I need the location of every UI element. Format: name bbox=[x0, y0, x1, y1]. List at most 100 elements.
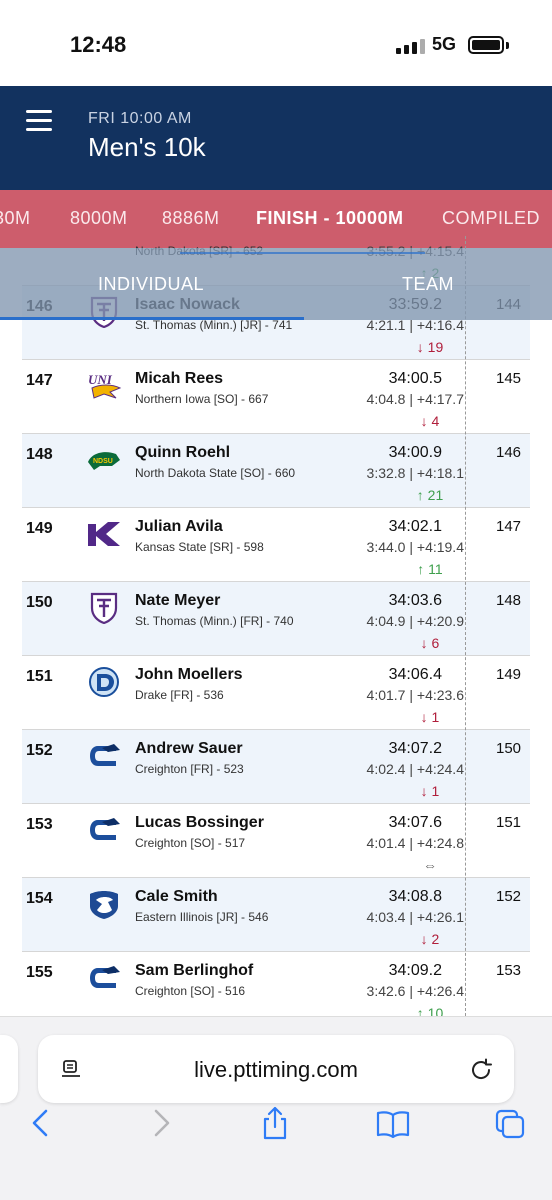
browser-toolbar: live.pttiming.com bbox=[0, 1016, 552, 1200]
active-tab-indicator bbox=[0, 317, 304, 320]
athlete-name[interactable]: Nate Meyer bbox=[135, 592, 220, 610]
status-bar: 12:48 5G bbox=[0, 0, 552, 86]
finish-time: 34:07.2 bbox=[388, 740, 442, 757]
table-row[interactable]: 152 Andrew Sauer Creighton [FR] - 523 34:07… bbox=[22, 730, 530, 804]
place-label: 152 bbox=[26, 742, 53, 759]
team-points: 147 bbox=[496, 518, 522, 535]
team-label: Creighton [FR] - 523 bbox=[135, 762, 244, 776]
bookmarks-icon[interactable] bbox=[376, 1105, 410, 1141]
ndsu-logo: NDSU bbox=[88, 452, 120, 470]
team-label: North Dakota State [SO] - 660 bbox=[135, 466, 296, 480]
finish-time: 34:07.6 bbox=[388, 814, 442, 831]
place-change: ↓ 2 bbox=[420, 931, 440, 947]
tab-team[interactable]: TEAM bbox=[402, 274, 454, 295]
split-label: 4:01.4 | +4:24.8 bbox=[366, 835, 464, 851]
creighton-logo bbox=[90, 966, 120, 988]
place-label: 148 bbox=[26, 446, 53, 463]
event-title: Men's 10k bbox=[88, 132, 206, 162]
place-change: ↓ 1 bbox=[420, 783, 440, 799]
finish-time: 34:03.6 bbox=[388, 592, 442, 609]
team-points: 149 bbox=[496, 666, 522, 683]
athlete-name[interactable]: Cale Smith bbox=[135, 888, 218, 906]
team-label: St. Thomas (Minn.) [FR] - 740 bbox=[135, 614, 294, 628]
place-label: 147 bbox=[26, 372, 53, 389]
uni-logo: UNI bbox=[88, 372, 122, 399]
table-row[interactable]: 151 John Moellers Drake [FR] - 536 34:06.4 4… bbox=[22, 656, 530, 730]
forward-icon[interactable] bbox=[144, 1105, 178, 1141]
athlete-name[interactable]: Andrew Sauer bbox=[135, 740, 243, 758]
finish-time: 34:00.5 bbox=[388, 370, 442, 387]
team-label: Eastern Illinois [JR] - 546 bbox=[135, 910, 269, 924]
eastern-illinois-logo bbox=[90, 891, 118, 919]
split-label: 3:44.0 | +4:19.4 bbox=[366, 539, 464, 555]
team-label: St. Thomas (Minn.) [JR] - 741 bbox=[135, 318, 293, 332]
status-time: 12:48 bbox=[70, 32, 127, 57]
view-tabs: INDIVIDUAL TEAM bbox=[0, 248, 552, 320]
place-label: 154 bbox=[26, 890, 53, 907]
team-points: 152 bbox=[496, 888, 522, 905]
athlete-name[interactable]: Julian Avila bbox=[135, 518, 223, 536]
table-row[interactable]: 147 Micah Rees Northern Iowa [SO] - 667 34:… bbox=[22, 360, 530, 434]
creighton-logo bbox=[90, 818, 120, 840]
share-icon[interactable] bbox=[258, 1105, 292, 1141]
team-label: Kansas State [SR] - 598 bbox=[135, 540, 264, 554]
split-label: 3:42.6 | +4:26.4 bbox=[366, 983, 464, 999]
team-points: 146 bbox=[496, 444, 522, 461]
athlete-name[interactable]: Quinn Roehl bbox=[135, 444, 230, 462]
tab-compiled[interactable]: COMPILED bbox=[442, 208, 540, 229]
tab-finish[interactable]: FINISH - 10000M bbox=[256, 208, 404, 229]
event-time: FRI 10:00 AM bbox=[88, 110, 192, 127]
split-label: 4:04.8 | +4:17.7 bbox=[366, 391, 464, 407]
place-change: ↓ 4 bbox=[420, 413, 440, 429]
place-change: ↓ 19 bbox=[416, 339, 444, 355]
table-row[interactable]: 155 Sam Berlinghof Creighton [SO] - 516 34:… bbox=[22, 952, 530, 1016]
finish-time: 34:06.4 bbox=[388, 666, 442, 683]
athlete-name[interactable]: Lucas Bossinger bbox=[135, 814, 264, 832]
team-points: 150 bbox=[496, 740, 522, 757]
tab-individual[interactable]: INDIVIDUAL bbox=[98, 274, 204, 295]
table-row[interactable]: 148 Quinn Roehl North Dakota State [SO] - … bbox=[22, 434, 530, 508]
team-points: 145 bbox=[496, 370, 522, 387]
place-change: ↑ 11 bbox=[417, 561, 443, 577]
team-label: Drake [FR] - 536 bbox=[135, 688, 224, 702]
split-label: 4:04.9 | +4:20.9 bbox=[366, 613, 464, 629]
column-divider bbox=[465, 236, 466, 1016]
finish-time: 34:09.2 bbox=[388, 962, 442, 979]
place-change: ↓ 1 bbox=[420, 709, 440, 725]
athlete-name[interactable]: John Moellers bbox=[135, 666, 243, 684]
battery-icon bbox=[468, 36, 504, 54]
place-label: 150 bbox=[26, 594, 53, 611]
place-label: 155 bbox=[26, 964, 53, 981]
table-row[interactable]: 149 Julian Avila Kansas State [SR] - 598 34… bbox=[22, 508, 530, 582]
athlete-name[interactable]: Micah Rees bbox=[135, 370, 223, 388]
place-change: ↓ 6 bbox=[420, 635, 440, 651]
split-label: 4:01.7 | +4:23.6 bbox=[366, 687, 464, 703]
table-row[interactable]: 150 Nate Meyer St. Thomas (Minn.) [FR] - 7… bbox=[22, 582, 530, 656]
place-change: ↑ 10 bbox=[416, 1005, 444, 1016]
back-icon[interactable] bbox=[24, 1105, 58, 1141]
team-points: 151 bbox=[496, 814, 522, 831]
table-row[interactable]: 153 Lucas Bossinger Creighton [SO] - 517 34… bbox=[22, 804, 530, 878]
kansas-state-logo bbox=[88, 522, 120, 546]
place-label: 153 bbox=[26, 816, 53, 833]
network-label: 5G bbox=[432, 34, 457, 54]
tabs-icon[interactable] bbox=[494, 1105, 528, 1141]
athlete-name[interactable]: Sam Berlinghof bbox=[135, 962, 253, 980]
url-text: live.pttiming.com bbox=[194, 1057, 358, 1082]
st-thomas-logo bbox=[90, 592, 118, 624]
svg-text:NDSU: NDSU bbox=[93, 458, 113, 465]
tab-8886m[interactable]: 8886M bbox=[162, 208, 220, 229]
tab-30m[interactable]: 30M bbox=[0, 208, 31, 229]
tab-8000m[interactable]: 8000M bbox=[70, 208, 128, 229]
place-label: 151 bbox=[26, 668, 53, 685]
creighton-logo bbox=[90, 744, 120, 766]
progress-line bbox=[180, 252, 425, 254]
finish-time: 34:08.8 bbox=[388, 888, 442, 905]
team-points: 148 bbox=[496, 592, 522, 609]
menu-icon[interactable] bbox=[26, 110, 52, 132]
address-bar[interactable]: live.pttiming.com bbox=[38, 1035, 514, 1103]
table-row[interactable]: 154 Cale Smith Eastern Illinois [JR] - 546… bbox=[22, 878, 530, 952]
reload-icon[interactable] bbox=[468, 1057, 494, 1083]
battery-tip bbox=[506, 42, 509, 49]
previous-tab-peek[interactable] bbox=[0, 1035, 18, 1103]
